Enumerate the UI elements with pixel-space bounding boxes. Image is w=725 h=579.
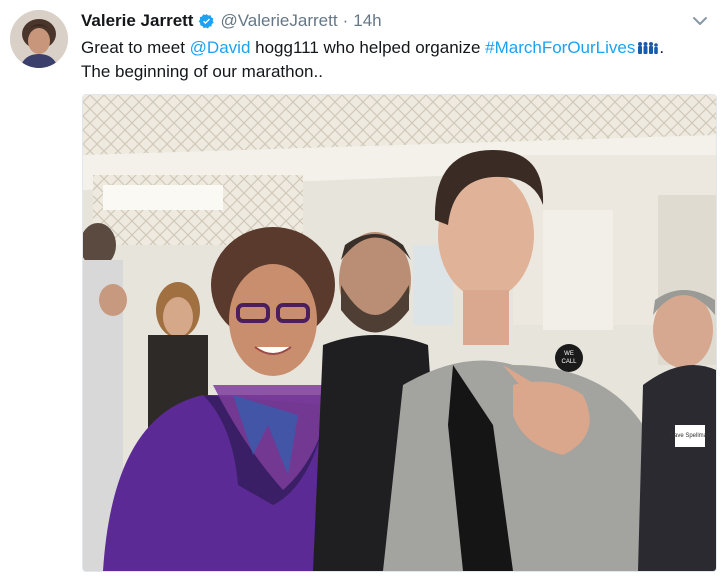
button-pin-text: WE (564, 351, 574, 357)
name-tag-text: Dave Spellman (670, 433, 711, 439)
button-pin-text: CALL (561, 359, 577, 365)
tweet-text: Great to meet @David hogg111 who helped … (81, 36, 711, 84)
photo-illustration: WE CALL Dave Spellman (83, 95, 716, 571)
mention-link[interactable]: @David (190, 38, 251, 57)
tweet-text-line-1: Great to meet @David hogg111 who helped … (81, 36, 711, 60)
author-handle[interactable]: @ValerieJarrett (220, 11, 337, 31)
timestamp[interactable]: 14h (353, 11, 381, 31)
tweet-card[interactable]: Valerie Jarrett @ValerieJarrett · 14h Gr… (0, 0, 725, 579)
author-name[interactable]: Valerie Jarrett (81, 11, 193, 31)
text-segment: hogg111 who helped organize (250, 38, 486, 57)
avatar[interactable] (10, 10, 68, 68)
hashtag-link[interactable]: #MarchForOurLives (485, 38, 635, 57)
text-segment: Great to meet (81, 38, 190, 57)
separator-dot: · (342, 11, 349, 30)
tweet-text-line-2: The beginning of our marathon.. (81, 62, 323, 81)
family-hashflag-icon[interactable] (637, 41, 659, 55)
verified-badge-icon (199, 13, 215, 28)
chevron-down-icon[interactable] (691, 12, 709, 30)
text-segment: . (659, 38, 665, 57)
tweet-header: Valerie Jarrett @ValerieJarrett · 14h (81, 10, 382, 32)
tweet-photo[interactable]: WE CALL Dave Spellman (82, 94, 717, 572)
